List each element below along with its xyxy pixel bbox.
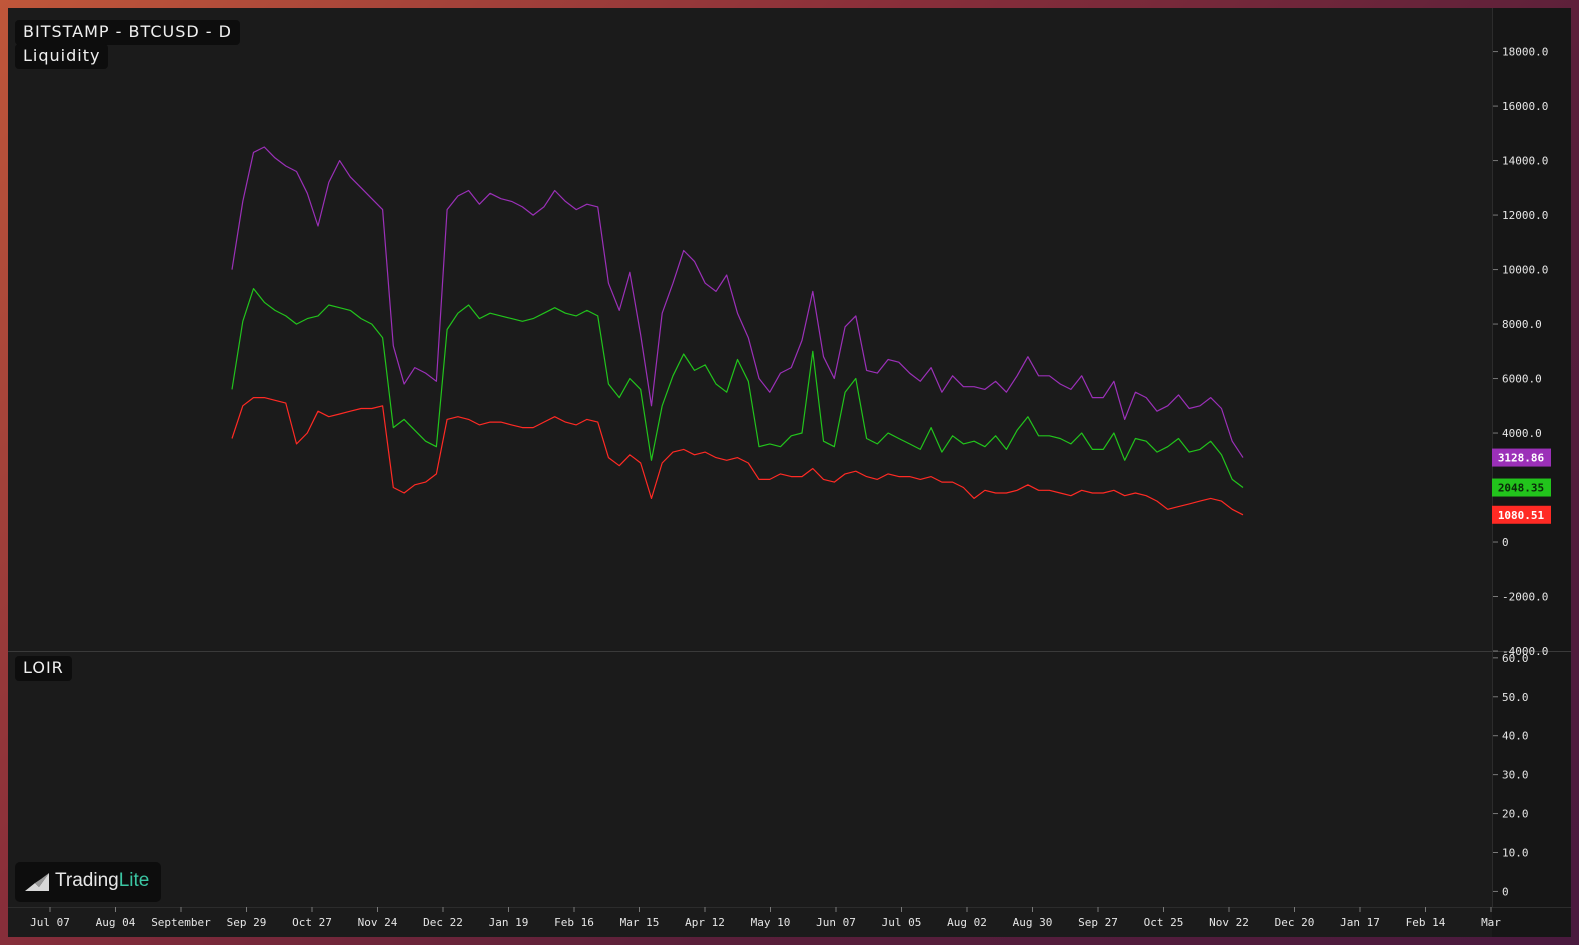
y-tick-label: 14000.0 bbox=[1502, 155, 1548, 168]
x-tick-label: Mar bbox=[1481, 916, 1501, 929]
last-value-label: 3128.86 bbox=[1492, 448, 1551, 467]
y-tick-label: 6000.0 bbox=[1502, 373, 1542, 386]
x-tick-label: Oct 27 bbox=[292, 916, 332, 929]
last-value-label-text: 1080.51 bbox=[1498, 509, 1545, 522]
logo-wordmark: TradingLite bbox=[55, 870, 149, 892]
y-tick-label: 12000.0 bbox=[1502, 209, 1548, 222]
x-tick-label: Dec 22 bbox=[423, 916, 463, 929]
y-tick-label: 8000.0 bbox=[1502, 318, 1542, 331]
x-tick-label: Sep 27 bbox=[1078, 916, 1118, 929]
y-tick-label: 30.0 bbox=[1502, 769, 1529, 782]
last-value-label: 1080.51 bbox=[1492, 505, 1551, 524]
x-tick-label: September bbox=[151, 916, 211, 929]
x-tick-label: Mar 15 bbox=[620, 916, 660, 929]
x-tick-label: Dec 20 bbox=[1275, 916, 1315, 929]
x-tick-label: Feb 16 bbox=[554, 916, 594, 929]
logo-wordmark-part1: Trading bbox=[55, 870, 119, 891]
series-line bbox=[231, 397, 1244, 516]
symbol-title[interactable]: BITSTAMP - BTCUSD - D bbox=[15, 20, 240, 45]
tradinglite-logo-icon bbox=[25, 873, 49, 891]
x-tick-label: Aug 02 bbox=[947, 916, 987, 929]
logo-wordmark-part2: Lite bbox=[118, 870, 150, 891]
y-tick-label: 0 bbox=[1502, 536, 1509, 549]
y-tick-label: 40.0 bbox=[1502, 730, 1529, 743]
y-tick-label: 20.0 bbox=[1502, 808, 1529, 821]
last-value-label-text: 2048.35 bbox=[1498, 482, 1544, 495]
y-tick-label: 0 bbox=[1502, 885, 1509, 898]
last-value-label: 2048.35 bbox=[1492, 478, 1551, 497]
y-tick-label: 50.0 bbox=[1502, 691, 1529, 704]
x-tick-label: Nov 24 bbox=[358, 916, 398, 929]
x-tick-label: Feb 14 bbox=[1406, 916, 1446, 929]
indicator-title-liquidity[interactable]: Liquidity bbox=[15, 44, 109, 69]
price-axis-background[interactable] bbox=[1492, 8, 1571, 937]
x-tick-label: Jul 07 bbox=[30, 916, 70, 929]
y-tick-label: -2000.0 bbox=[1502, 591, 1548, 604]
x-tick-label: May 10 bbox=[751, 916, 791, 929]
last-value-labels: 3128.86 2048.35 1080.51 bbox=[1492, 448, 1551, 524]
series-layer bbox=[231, 146, 1244, 516]
time-axis[interactable]: Jul 07 Aug 04 September Sep 29 Oct 27 Nov 24 D… bbox=[30, 907, 1501, 929]
y-tick-label: 16000.0 bbox=[1502, 100, 1548, 113]
last-value-label-text: 3128.86 bbox=[1498, 452, 1545, 465]
x-tick-label: Oct 25 bbox=[1144, 916, 1184, 929]
y-tick-label: 4000.0 bbox=[1502, 427, 1542, 440]
tradinglite-logo: TradingLite bbox=[15, 862, 161, 902]
indicator-title-loir[interactable]: LOIR bbox=[15, 656, 72, 681]
x-tick-label: Apr 12 bbox=[685, 916, 725, 929]
x-tick-label: Jan 19 bbox=[489, 916, 529, 929]
y-tick-label: 10.0 bbox=[1502, 846, 1529, 859]
x-tick-label: Nov 22 bbox=[1209, 916, 1249, 929]
y-tick-label: 18000.0 bbox=[1502, 46, 1548, 59]
x-tick-label: Jul 05 bbox=[882, 916, 922, 929]
chart-plot[interactable]: 18000.0 16000.0 14000.0 12000.0 10000.0 8000.… bbox=[8, 8, 1571, 937]
x-tick-label: Aug 30 bbox=[1013, 916, 1053, 929]
y-tick-label: 10000.0 bbox=[1502, 264, 1548, 277]
x-tick-label: Jan 17 bbox=[1340, 916, 1380, 929]
x-tick-label: Aug 04 bbox=[96, 916, 136, 929]
y-tick-label: 60.0 bbox=[1502, 652, 1529, 665]
chart-frame: 18000.0 16000.0 14000.0 12000.0 10000.0 8000.… bbox=[8, 8, 1571, 937]
x-tick-label: Jun 07 bbox=[816, 916, 856, 929]
x-tick-label: Sep 29 bbox=[227, 916, 267, 929]
